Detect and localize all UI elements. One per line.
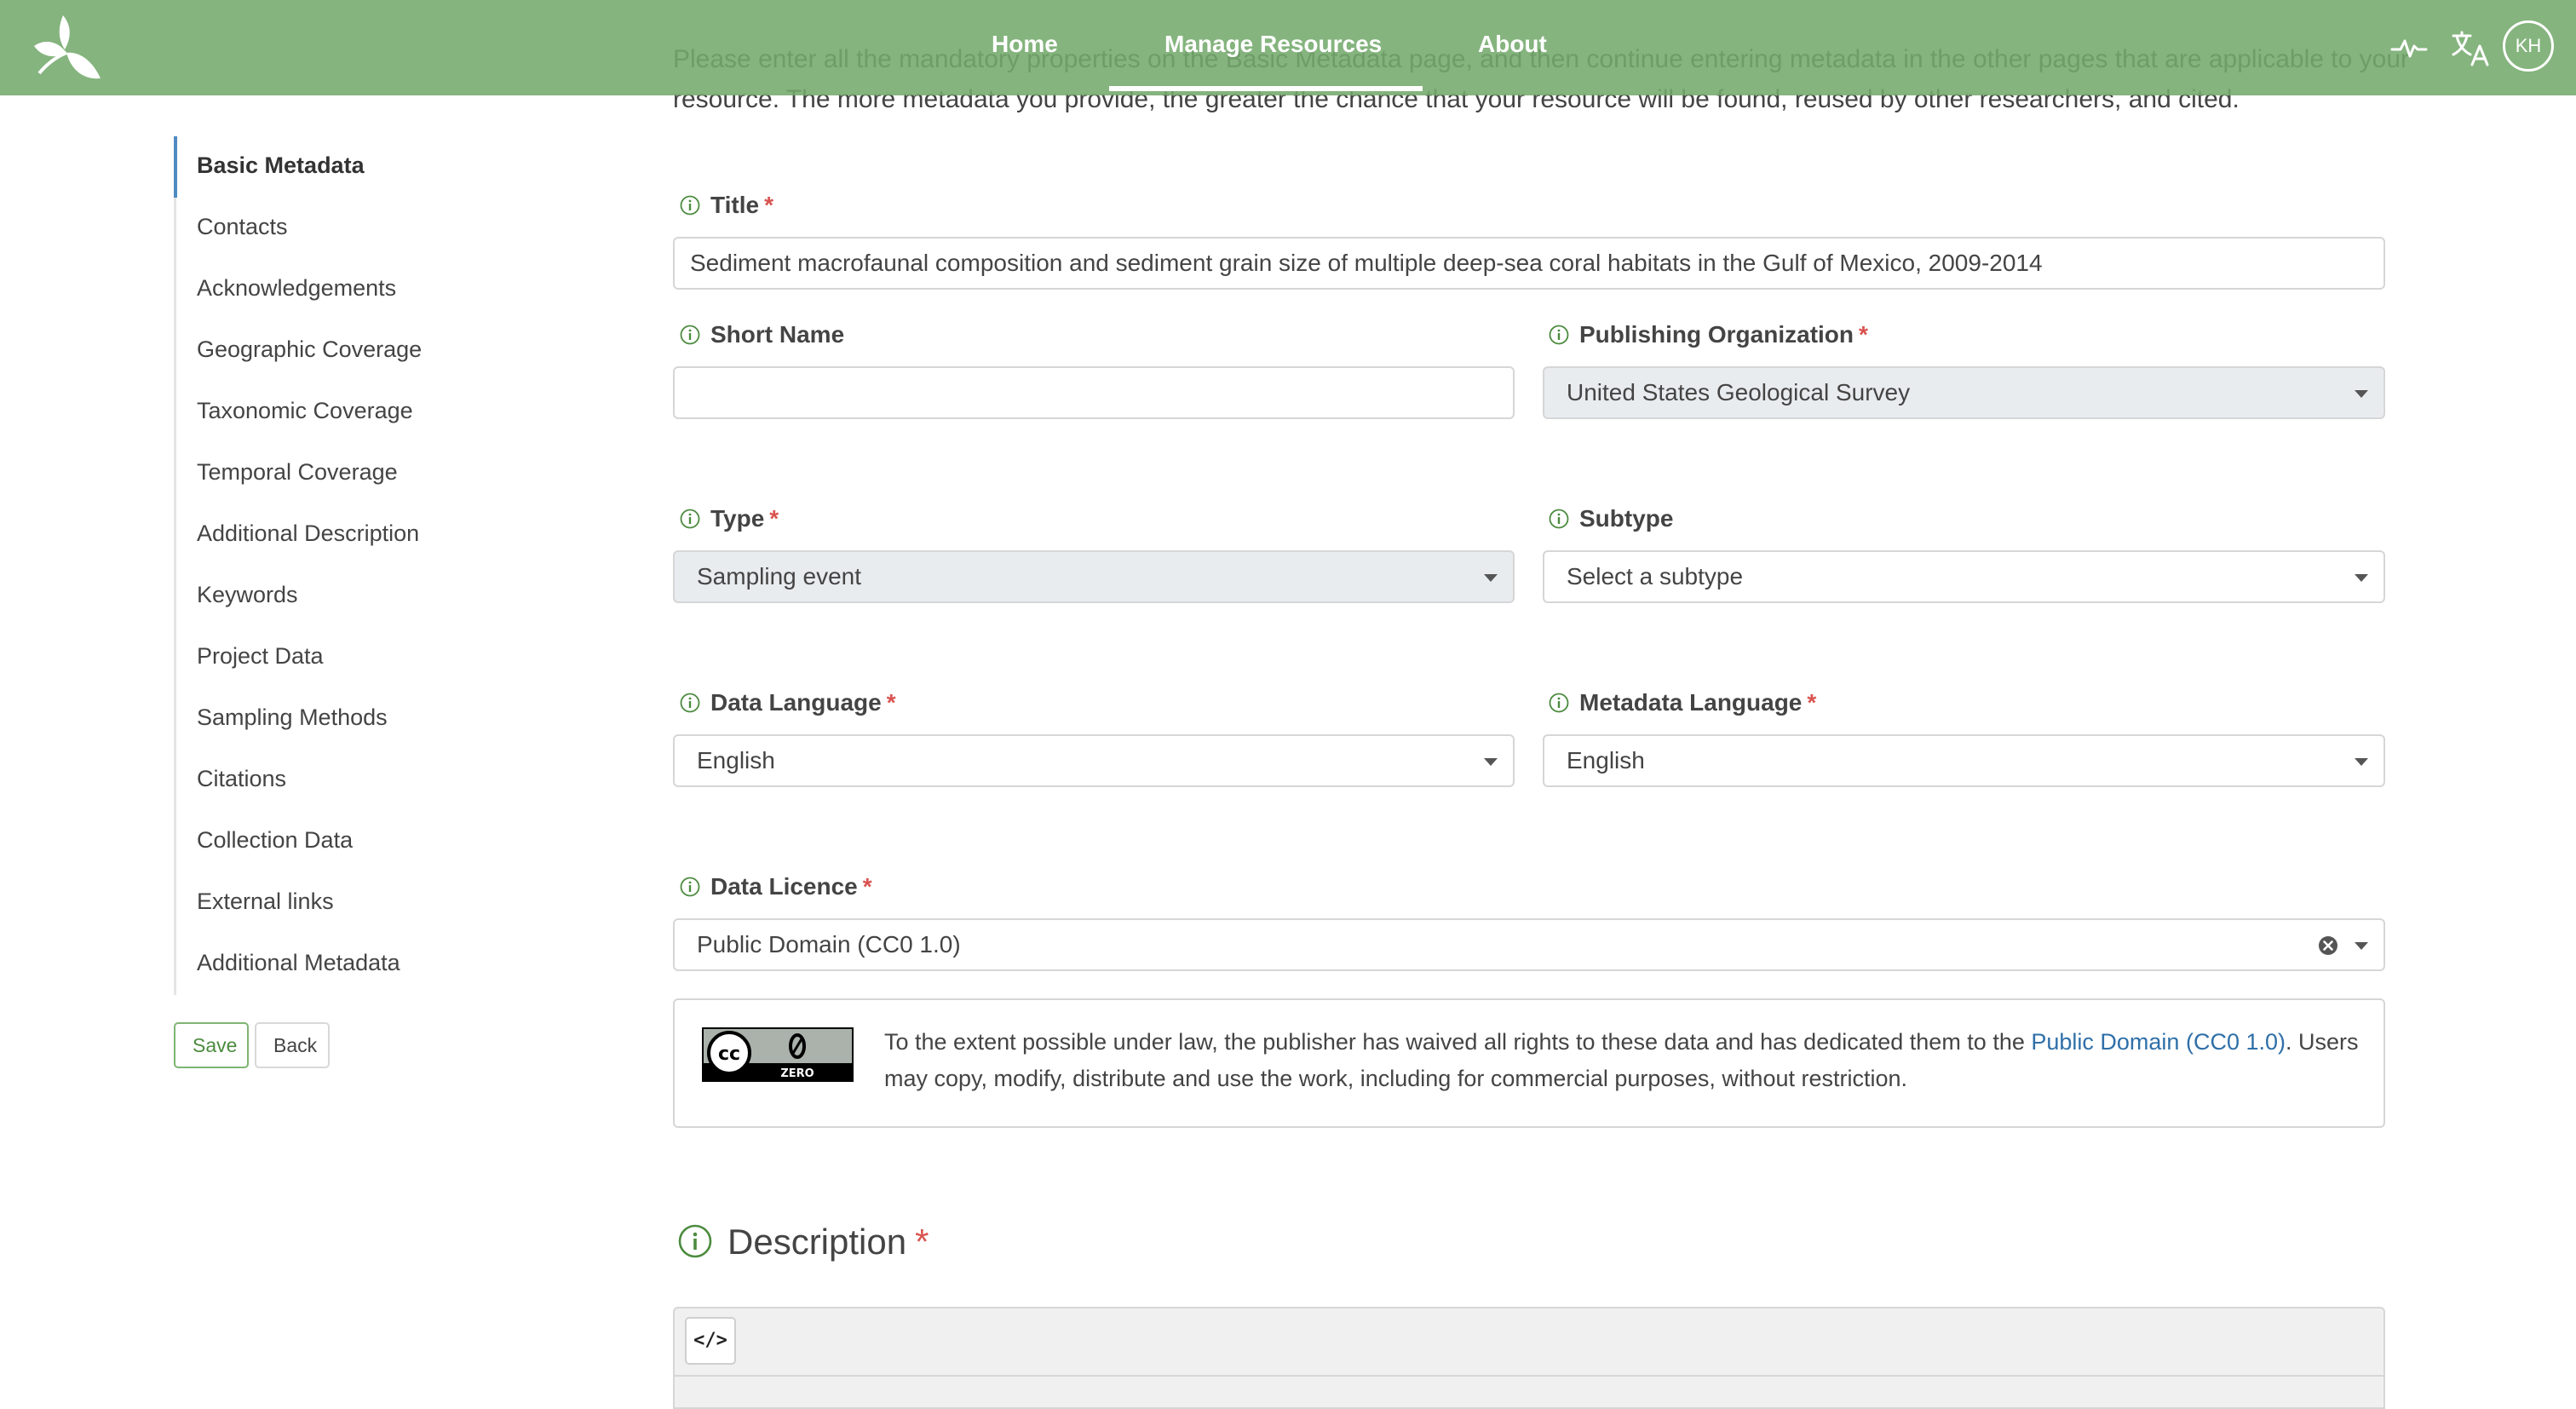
info-icon[interactable] xyxy=(1549,325,1569,345)
title-label: Title * xyxy=(680,191,773,220)
code-view-button[interactable]: </> xyxy=(685,1317,736,1365)
subtype-select[interactable]: Select a subtype xyxy=(1543,550,2385,603)
nav-home[interactable]: Home xyxy=(992,29,1058,60)
sidebar-item-contacts[interactable]: Contacts xyxy=(197,211,288,242)
data-licence-label: Data Licence * xyxy=(680,872,872,901)
chevron-down-icon xyxy=(1484,758,1498,766)
clear-icon[interactable] xyxy=(2317,935,2339,957)
publishing-organization-label: Publishing Organization * xyxy=(1549,320,1868,349)
required-mark: * xyxy=(1807,689,1817,716)
sidebar-item-taxonomic-coverage[interactable]: Taxonomic Coverage xyxy=(197,395,413,426)
licence-info-box: cc ZERO To the extent possible under law… xyxy=(673,998,2385,1128)
publishing-organization-select[interactable]: United States Geological Survey xyxy=(1543,366,2385,419)
top-navbar: Home Manage Resources About KH xyxy=(0,0,2576,95)
required-mark: * xyxy=(915,1222,929,1262)
sidebar-item-keywords[interactable]: Keywords xyxy=(197,579,298,610)
sidebar-active-indicator xyxy=(174,136,177,198)
description-heading: Description * xyxy=(678,1216,929,1268)
info-icon[interactable] xyxy=(680,325,700,345)
required-mark: * xyxy=(862,873,872,900)
data-licence-select[interactable]: Public Domain (CC0 1.0) xyxy=(673,918,2385,971)
info-icon[interactable] xyxy=(680,877,700,897)
sidebar-item-temporal-coverage[interactable]: Temporal Coverage xyxy=(197,457,398,487)
activity-icon[interactable] xyxy=(2387,26,2431,70)
metadata-language-select[interactable]: English xyxy=(1543,734,2385,787)
editor-divider xyxy=(675,1375,2383,1377)
info-icon[interactable] xyxy=(680,693,700,713)
chevron-down-icon xyxy=(1484,574,1498,582)
sidebar-item-external-links[interactable]: External links xyxy=(197,886,334,917)
short-name-label: Short Name xyxy=(680,320,844,349)
chevron-down-icon xyxy=(2355,390,2368,398)
sidebar-item-acknowledgements[interactable]: Acknowledgements xyxy=(197,273,396,303)
nav-active-indicator xyxy=(1109,86,1423,91)
data-language-label: Data Language * xyxy=(680,688,896,717)
gbif-logo-icon[interactable] xyxy=(29,12,106,83)
sidebar-item-basic-metadata[interactable]: Basic Metadata xyxy=(197,150,365,181)
info-icon[interactable] xyxy=(678,1224,712,1258)
chevron-down-icon xyxy=(2355,942,2368,950)
svg-text:ZERO: ZERO xyxy=(780,1067,814,1080)
type-select[interactable]: Sampling event xyxy=(673,550,1515,603)
back-button[interactable]: Back xyxy=(255,1022,330,1068)
subtype-label: Subtype xyxy=(1549,504,1673,533)
info-icon[interactable] xyxy=(680,195,700,216)
sidebar-item-additional-metadata[interactable]: Additional Metadata xyxy=(197,947,400,978)
required-mark: * xyxy=(1859,321,1868,348)
sidebar-item-citations[interactable]: Citations xyxy=(197,763,286,794)
data-language-select[interactable]: English xyxy=(673,734,1515,787)
short-name-input[interactable] xyxy=(673,366,1515,419)
sidebar-item-additional-description[interactable]: Additional Description xyxy=(197,518,419,549)
required-mark: * xyxy=(886,689,896,716)
licence-description: To the extent possible under law, the pu… xyxy=(884,1029,2359,1091)
chevron-down-icon xyxy=(2355,758,2368,766)
user-avatar[interactable]: KH xyxy=(2503,20,2554,72)
sidebar-item-collection-data[interactable]: Collection Data xyxy=(197,825,353,855)
nav-manage-resources[interactable]: Manage Resources xyxy=(1164,29,1382,60)
licence-link[interactable]: Public Domain (CC0 1.0) xyxy=(2031,1029,2286,1055)
translate-icon[interactable] xyxy=(2448,26,2493,70)
sidebar-item-project-data[interactable]: Project Data xyxy=(197,641,324,671)
chevron-down-icon xyxy=(2355,574,2368,582)
required-mark: * xyxy=(769,505,779,532)
info-icon[interactable] xyxy=(1549,509,1569,529)
sidebar-item-sampling-methods[interactable]: Sampling Methods xyxy=(197,702,388,733)
nav-about[interactable]: About xyxy=(1478,29,1547,60)
required-mark: * xyxy=(764,192,773,218)
type-label: Type * xyxy=(680,504,779,533)
metadata-language-label: Metadata Language * xyxy=(1549,688,1816,717)
info-icon[interactable] xyxy=(680,509,700,529)
sidebar-item-geographic-coverage[interactable]: Geographic Coverage xyxy=(197,334,422,365)
svg-text:cc: cc xyxy=(718,1044,740,1065)
info-icon[interactable] xyxy=(1549,693,1569,713)
sidebar-nav: Basic Metadata Contacts Acknowledgements… xyxy=(174,136,500,995)
save-button[interactable]: Save xyxy=(174,1022,249,1068)
description-editor: </> xyxy=(673,1307,2385,1409)
title-input[interactable]: Sediment macrofaunal composition and sed… xyxy=(673,237,2385,290)
cc-zero-badge-icon: cc ZERO xyxy=(702,1027,854,1082)
